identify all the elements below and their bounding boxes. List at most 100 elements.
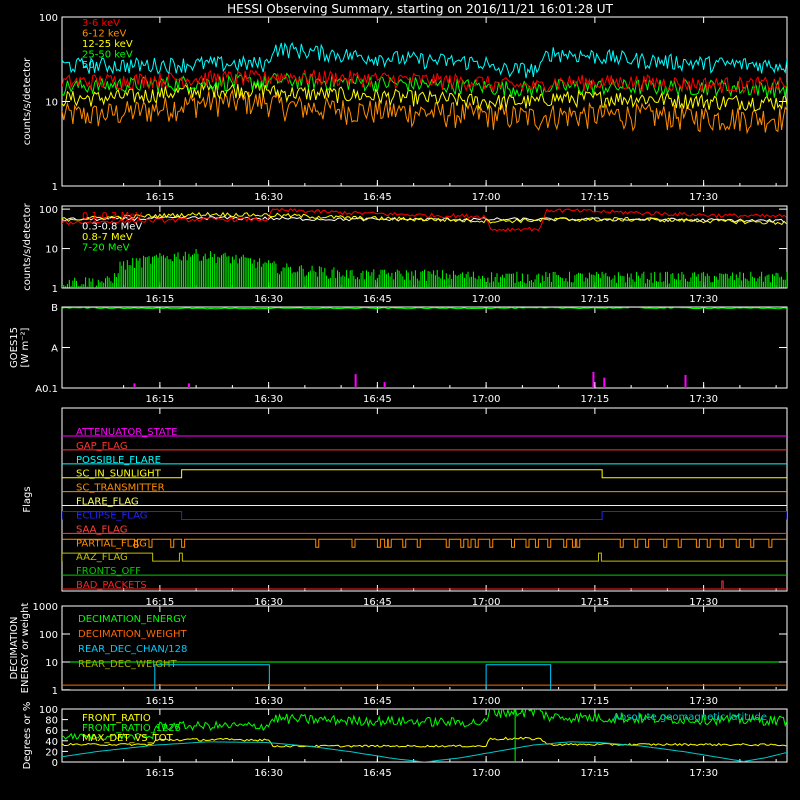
time-tick-label: 16:15 [145, 394, 174, 405]
time-tick-label: 17:15 [580, 394, 609, 405]
time-tick-label: 16:15 [145, 192, 174, 203]
legend-entry: 7-20 MeV [82, 243, 130, 254]
time-tick-label: 16:15 [145, 294, 174, 305]
legend-entry: 50- [82, 60, 99, 71]
y-axis-label: Degrees or % [22, 702, 33, 770]
time-tick-label: 17:15 [580, 294, 609, 305]
y-axis-label: DECIMATION [9, 616, 20, 679]
time-tick-label: 16:45 [363, 192, 392, 203]
time-tick-label: 17:30 [689, 192, 718, 203]
panel-frame-goes [61, 306, 788, 389]
legend-entry: 3-6 keV [82, 18, 120, 29]
time-tick-label: 17:15 [580, 192, 609, 203]
plot-area-lightcurves [62, 42, 787, 135]
time-tick-label: 16:45 [363, 394, 392, 405]
legend-entry: 0.3-0.8 MeV [82, 222, 142, 233]
time-tick-label: 17:15 [580, 768, 609, 779]
observing-summary: HESSI Observing Summary, starting on 201… [0, 0, 800, 800]
legend-entry: 25-50 keV [82, 50, 133, 61]
time-tick-label: 16:15 [145, 768, 174, 779]
y-tick-label: 1 [52, 182, 58, 193]
legend-entry: REAR_DEC_WEIGHT [78, 659, 177, 670]
chart-title: HESSI Observing Summary, starting on 201… [227, 2, 613, 16]
panel-flags: 16:15 16:30 16:45 17:00 17:15 17:30FlagsATTEN… [22, 407, 788, 608]
y-tick-label: 60 [45, 726, 58, 737]
time-tick-label: 17:30 [689, 696, 718, 707]
y-axis-label: counts/s/detector [22, 57, 33, 145]
flag-label: FRONTS_OFF [76, 566, 141, 577]
panel-goes: 16:15 16:30 16:45 17:00 17:15 17:30 GOES15 [W m… [9, 303, 788, 405]
time-tick-label: 17:15 [580, 696, 609, 707]
legend-entry: REAR_DEC_CHAN/128 [78, 644, 187, 655]
y-tick-label: A [51, 344, 58, 355]
legend-entry: DECIMATION_ENERGY [78, 614, 187, 625]
time-tick-label: 16:30 [254, 394, 283, 405]
time-tick-label: 16:15 [145, 696, 174, 707]
legend-entry: 0.1-0.3 MeV [82, 211, 142, 222]
y-tick-label: A0.1 [35, 384, 58, 395]
y-axis-label-2: [W m⁻²] [20, 327, 31, 367]
flag-label: GAP_FLAG [76, 441, 128, 452]
flag-line-8 [62, 538, 787, 548]
y-tick-label: 1 [52, 284, 58, 295]
observing-summary-chart: HESSI Observing Summary, starting on 201… [9, 2, 788, 779]
flag-label: PARTIAL_FLAG [76, 538, 147, 549]
time-tick-label: 16:45 [363, 696, 392, 707]
flag-label: BAD_PACKETS [76, 580, 147, 591]
annotation: Absolute geomagnetic latitude [613, 712, 767, 723]
y-tick-label: B [51, 303, 58, 314]
plot-area-goes [62, 307, 787, 388]
y-tick-label: 10 [45, 658, 58, 669]
y-tick-label: 10 [45, 245, 58, 256]
y-tick-label: 40 [45, 737, 58, 748]
y-tick-label: 0 [52, 758, 58, 769]
flag-line-11 [62, 580, 787, 590]
time-tick-label: 17:30 [689, 294, 718, 305]
plot-area-flags [62, 435, 787, 590]
time-tick-label: 17:00 [472, 192, 501, 203]
time-tick-label: 16:30 [254, 192, 283, 203]
time-tick-label: 16:30 [254, 294, 283, 305]
legend-entry: MAX_DET_VS_TOT [82, 733, 174, 744]
panel-frame-lightcurves [61, 16, 788, 187]
flag-label: ATTENUATOR_STATE [76, 427, 177, 438]
y-tick-label: 10 [45, 98, 58, 109]
time-tick-label: 17:00 [472, 696, 501, 707]
flag-line-6 [62, 510, 787, 520]
flag-label: SC_IN_SUNLIGHT [76, 469, 162, 480]
panel-decimation: 16:15 16:30 16:45 17:00 17:15 17:30 DECIMATION… [9, 602, 788, 707]
y-tick-label: 1000 [33, 602, 58, 613]
legend-entry: 0.8-7 MeV [82, 232, 133, 243]
panels: 16:15 16:30 16:45 17:00 17:15 17:30 counts/s/d… [9, 13, 788, 779]
time-tick-label: 16:45 [363, 768, 392, 779]
legend-entry: 12-25 keV [82, 39, 133, 50]
y-tick-label: 100 [39, 13, 58, 24]
y-axis-label-2: ENERGY or weight [20, 603, 31, 694]
y-axis-label: counts/s/detector [22, 202, 33, 290]
y-tick-label: 100 [39, 705, 58, 716]
y-tick-label: 100 [39, 630, 58, 641]
flag-line-9 [62, 552, 787, 562]
time-tick-label: 17:30 [689, 768, 718, 779]
y-axis-label: Flags [22, 486, 33, 512]
plot-area-high-energy [62, 207, 787, 288]
time-tick-label: 16:30 [254, 696, 283, 707]
flag-label: SAA_FLAG [76, 524, 127, 535]
flag-label: ECLIPSE_FLAG [76, 510, 147, 521]
y-tick-label: 100 [39, 205, 58, 216]
time-tick-label: 17:00 [472, 768, 501, 779]
flag-line-3 [62, 469, 787, 479]
y-tick-label: 80 [45, 716, 58, 727]
flag-label: SC_TRANSMITTER [76, 483, 165, 494]
panel-ratios: 16:15 16:30 16:45 17:00 17:15 17:30 Degrees or… [22, 702, 788, 779]
y-tick-label: 20 [45, 747, 58, 758]
flag-label: FLARE_FLAG [76, 497, 139, 508]
time-tick-label: 16:30 [254, 768, 283, 779]
panel-high-energy: 16:15 16:30 16:45 17:00 17:15 17:30 counts/s/d… [22, 202, 788, 305]
y-tick-label: 1 [52, 686, 58, 697]
y-axis-label: GOES15 [9, 327, 20, 368]
series-line-3 [62, 249, 787, 288]
legend-entry: DECIMATION_WEIGHT [78, 629, 187, 640]
time-tick-label: 17:30 [689, 394, 718, 405]
time-tick-label: 17:00 [472, 294, 501, 305]
